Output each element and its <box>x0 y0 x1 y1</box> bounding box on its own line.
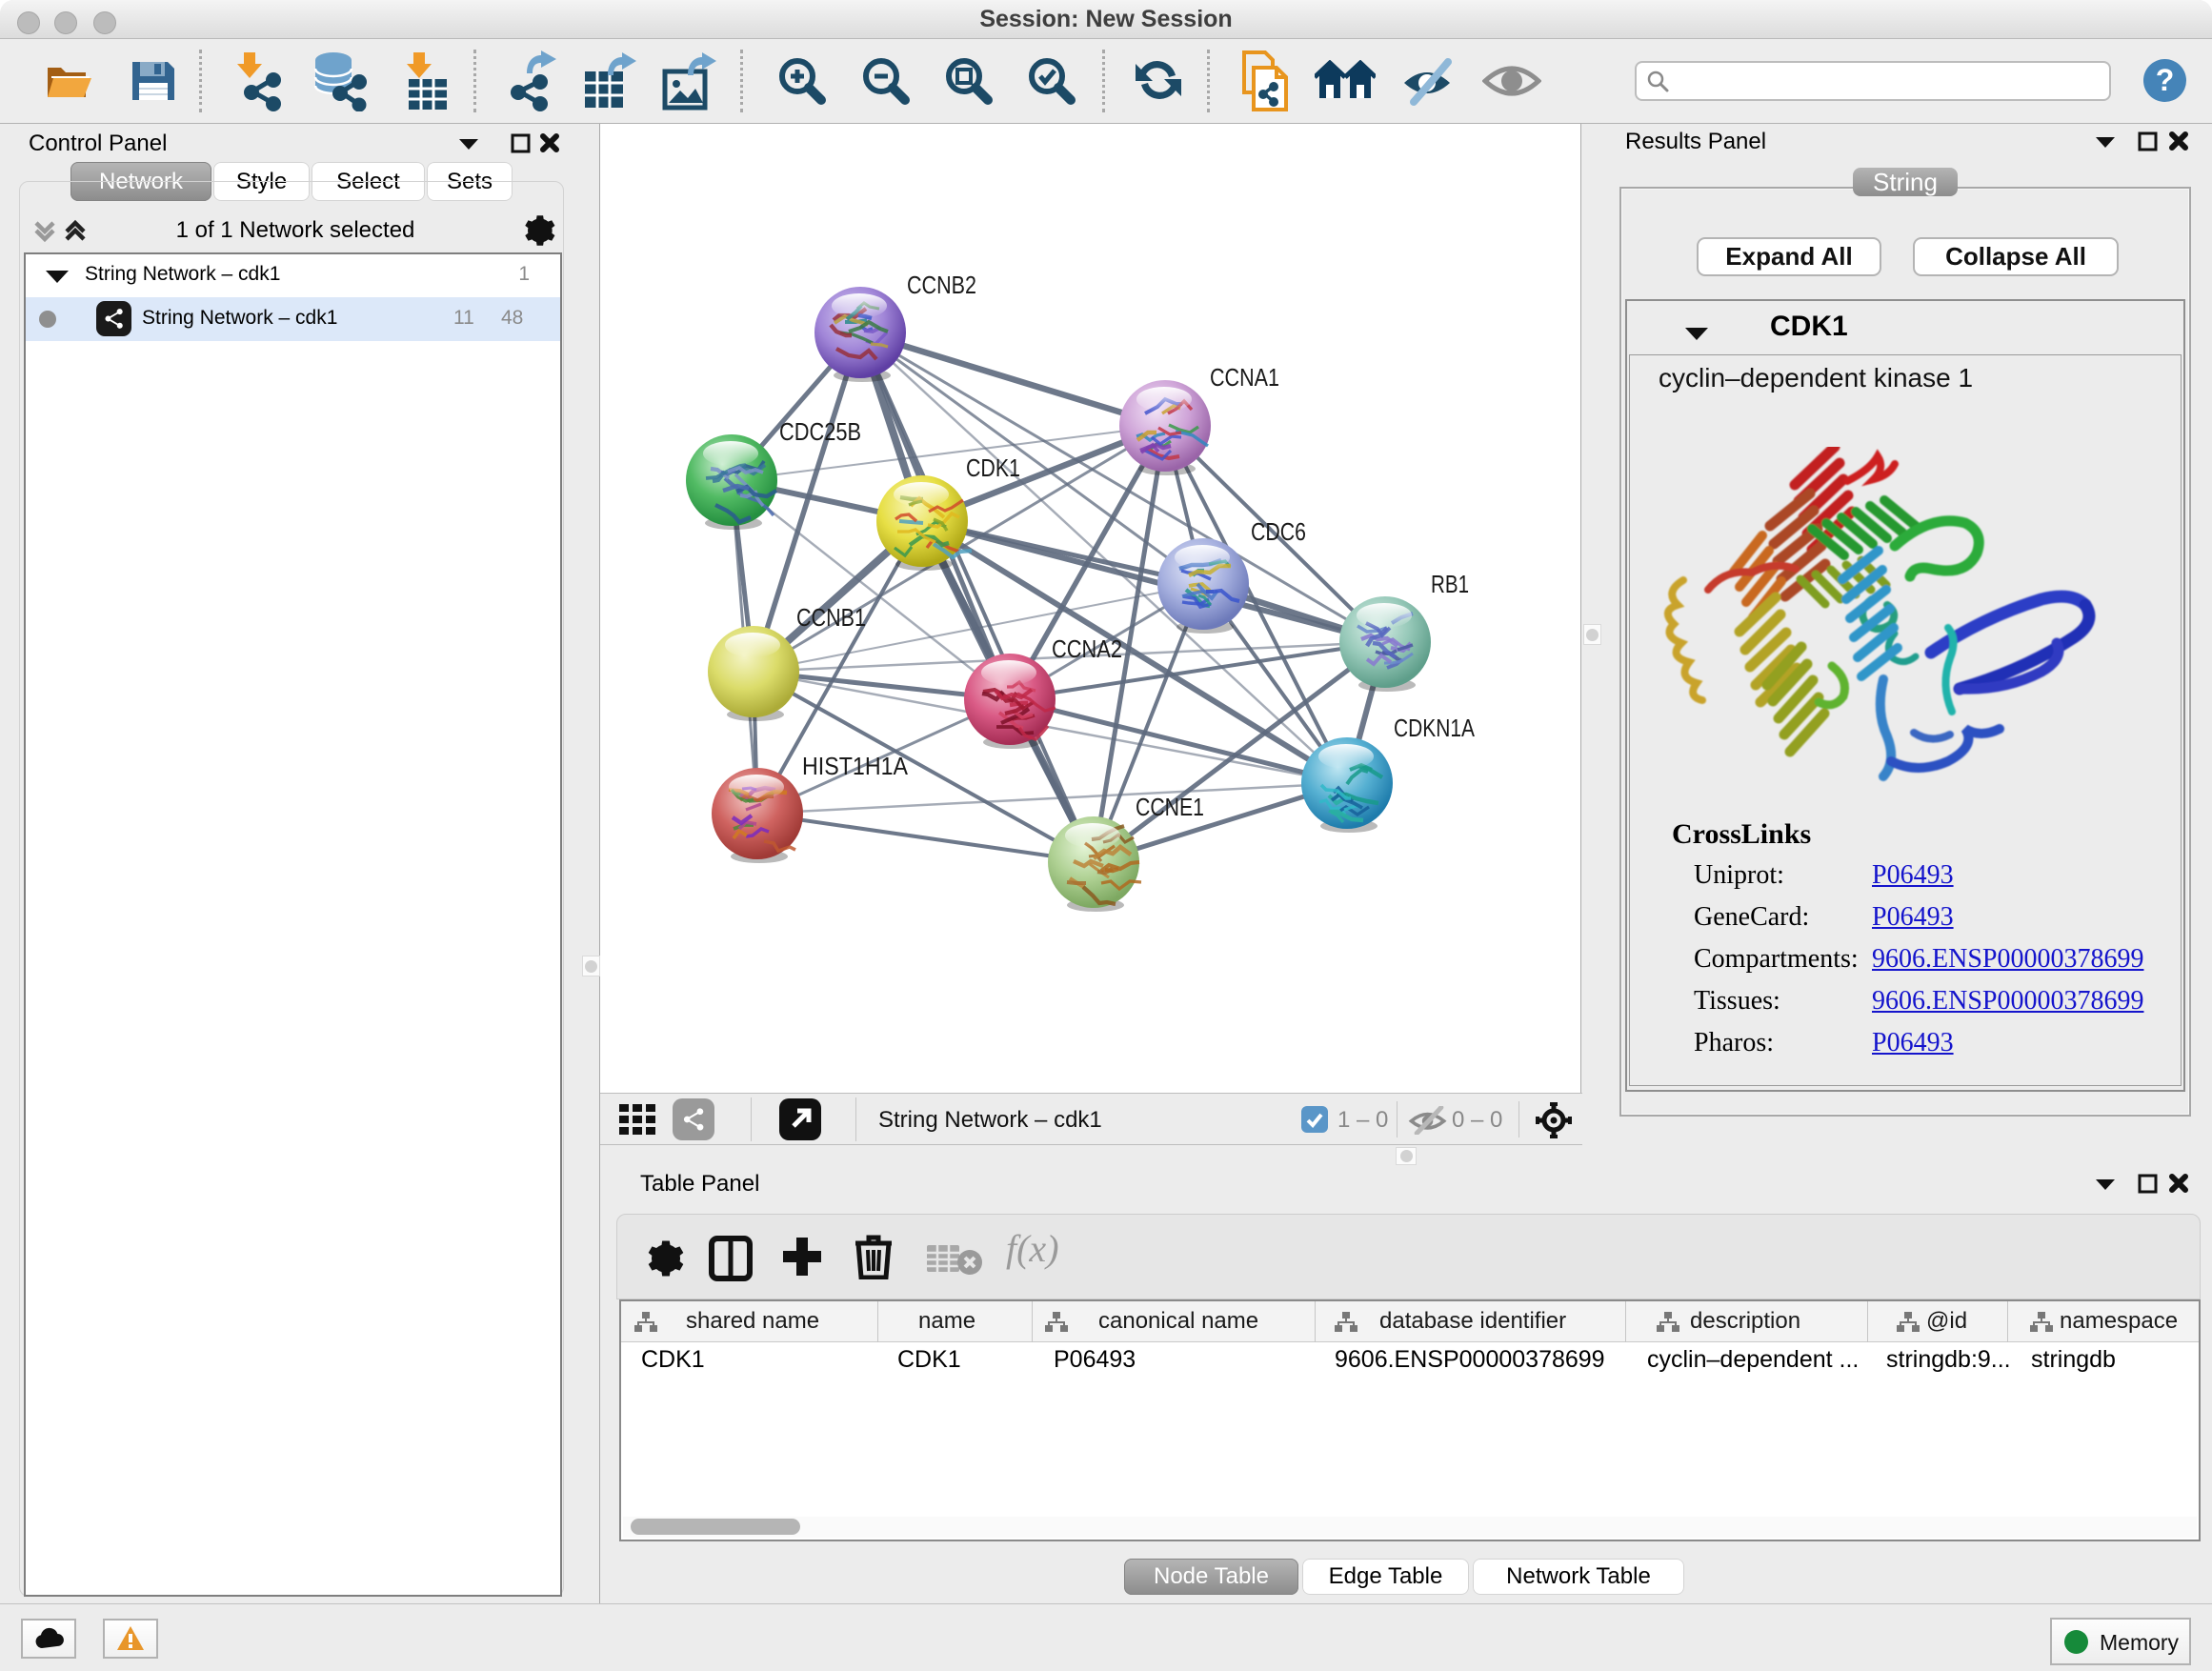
svg-text:CCNB1: CCNB1 <box>796 603 866 632</box>
svg-text:HIST1H1A: HIST1H1A <box>802 752 909 780</box>
svg-text:CCNE1: CCNE1 <box>1136 793 1204 821</box>
svg-text:CCNA1: CCNA1 <box>1210 363 1279 392</box>
svg-text:CCNB2: CCNB2 <box>907 271 976 299</box>
svg-text:RB1: RB1 <box>1431 570 1469 598</box>
svg-text:CDKN1A: CDKN1A <box>1394 714 1476 742</box>
svg-text:CDC6: CDC6 <box>1251 517 1306 546</box>
svg-text:CDC25B: CDC25B <box>779 417 861 446</box>
svg-text:CDK1: CDK1 <box>966 453 1020 482</box>
svg-text:CCNA2: CCNA2 <box>1052 634 1122 663</box>
